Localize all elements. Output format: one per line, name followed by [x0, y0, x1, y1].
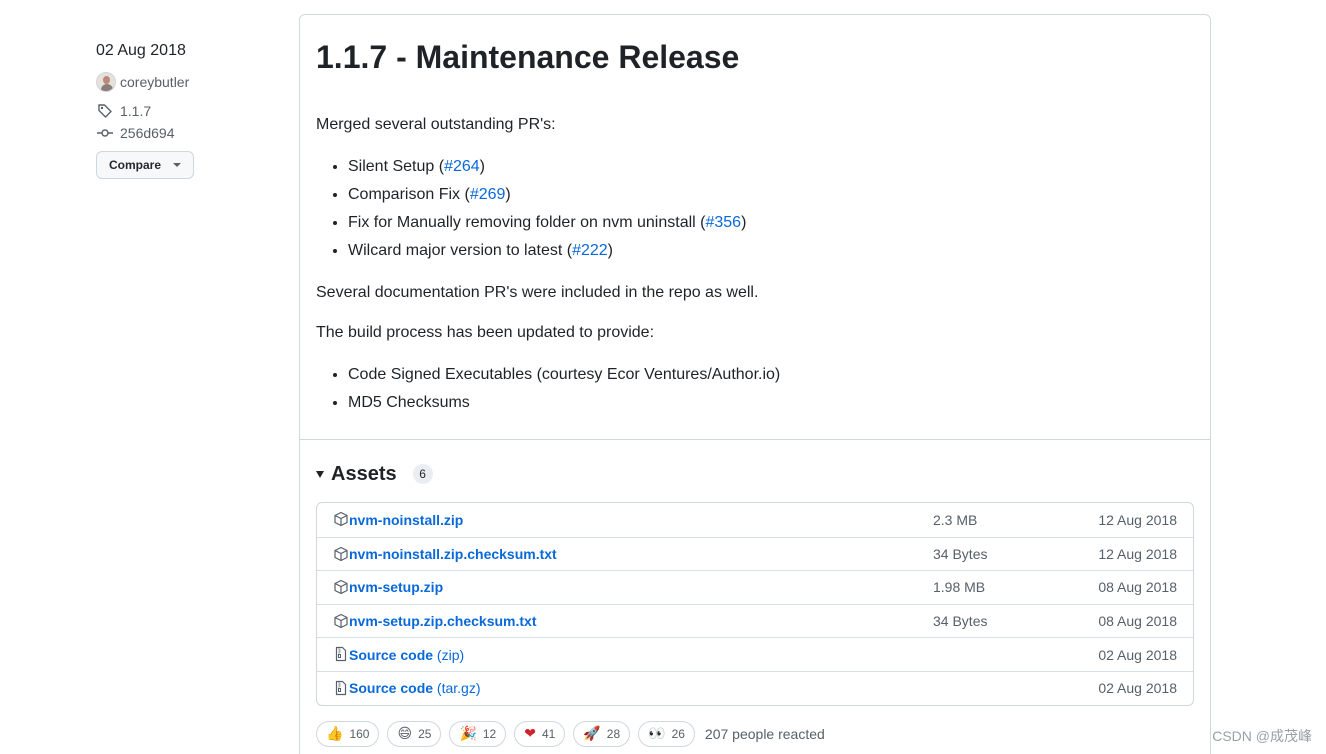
pr-list: Silent Setup (#264) Comparison Fix (#269…	[348, 153, 1186, 265]
author-name[interactable]: coreybutler	[120, 74, 189, 90]
asset-date: 12 Aug 2018	[1098, 511, 1177, 528]
docs-note: Several documentation PR's were included…	[316, 284, 759, 301]
asset-link[interactable]: Source code (tar.gz)	[349, 680, 481, 696]
release-tag[interactable]: 1.1.7	[96, 101, 276, 121]
package-icon	[334, 511, 348, 527]
reaction-heart-button[interactable]: ❤ 41	[514, 721, 566, 747]
asset-date: 02 Aug 2018	[1098, 680, 1177, 697]
asset-size: 1.98 MB	[933, 579, 986, 596]
asset-size: 2.3 MB	[933, 511, 978, 528]
asset-link[interactable]: nvm-setup.zip	[349, 579, 443, 595]
heart-icon: ❤	[524, 726, 536, 742]
laugh-icon: 😄	[397, 726, 413, 742]
reaction-laugh-button[interactable]: 😄 25	[387, 721, 442, 747]
asset-date: 12 Aug 2018	[1098, 545, 1177, 562]
commit-sha[interactable]: 256d694	[120, 125, 175, 141]
file-zip-icon	[335, 680, 347, 696]
release-card: 1.1.7 - Maintenance Release Merged sever…	[299, 14, 1211, 754]
asset-row: nvm-noinstall.zip 2.3 MB 12 Aug 2018	[317, 503, 1193, 537]
avatar[interactable]	[96, 72, 116, 92]
asset-date: 02 Aug 2018	[1098, 646, 1177, 663]
asset-row: nvm-setup.zip.checksum.txt 34 Bytes 08 A…	[317, 603, 1193, 638]
tag-name[interactable]: 1.1.7	[120, 103, 151, 119]
asset-link[interactable]: nvm-noinstall.zip.checksum.txt	[349, 546, 557, 562]
assets-list: nvm-noinstall.zip 2.3 MB 12 Aug 2018 nvm…	[316, 502, 1194, 706]
release-date: 02 Aug 2018	[96, 42, 186, 59]
pr-link[interactable]: #269	[470, 186, 506, 203]
intro-text: Merged several outstanding PR's:	[316, 116, 556, 133]
assets-toggle[interactable]: Assets 6	[316, 461, 433, 487]
pr-link[interactable]: #264	[444, 158, 480, 175]
triangle-down-icon	[316, 470, 324, 478]
eyes-icon: 👀	[648, 726, 666, 742]
package-icon	[334, 613, 348, 628]
tag-icon	[96, 102, 114, 120]
build-list: Code Signed Executables (courtesy Ecor V…	[348, 361, 1186, 417]
package-icon	[334, 580, 348, 595]
asset-link[interactable]: nvm-setup.zip.checksum.txt	[349, 613, 537, 629]
asset-row: nvm-noinstall.zip.checksum.txt 34 Bytes …	[317, 536, 1193, 571]
pr-link[interactable]: #222	[572, 242, 608, 259]
release-title[interactable]: 1.1.7 - Maintenance Release	[316, 37, 739, 77]
list-item: Code Signed Executables (courtesy Ecor V…	[348, 361, 1186, 389]
asset-row: Source code (tar.gz) 02 Aug 2018	[317, 670, 1193, 705]
pr-link[interactable]: #356	[705, 214, 741, 231]
reaction-summary[interactable]: 207 people reacted	[705, 726, 825, 742]
asset-link[interactable]: Source code (zip)	[349, 647, 464, 663]
reactions-bar: 👍 160 😄 25 🎉 12 ❤ 41 🚀 28 👀 26 207 people reac…	[316, 721, 825, 747]
package-icon	[334, 546, 348, 561]
hooray-icon: 🎉	[459, 726, 477, 742]
release-author[interactable]: coreybutler	[96, 71, 276, 93]
release-meta: 02 Aug 2018 coreybutler 1.1.7 256d694 Co…	[96, 40, 276, 179]
assets-count-badge: 6	[412, 464, 433, 484]
asset-date: 08 Aug 2018	[1098, 579, 1177, 596]
assets-label: Assets	[331, 462, 397, 485]
divider	[300, 439, 1210, 440]
commit-icon	[96, 124, 114, 142]
asset-size: 34 Bytes	[933, 613, 988, 630]
rocket-icon: 🚀	[583, 726, 601, 742]
file-zip-icon	[335, 647, 347, 662]
reaction-eyes-button[interactable]: 👀 26	[638, 721, 695, 747]
watermark: CSDN @成茂峰	[1212, 728, 1312, 744]
thumbs-up-icon: 👍	[326, 726, 344, 742]
build-intro: The build process has been updated to pr…	[316, 324, 655, 341]
reaction-hooray-button[interactable]: 🎉 12	[449, 721, 507, 747]
compare-label: Compare	[109, 158, 162, 172]
list-item: Comparison Fix (#269)	[348, 181, 1186, 209]
asset-row: Source code (zip) 02 Aug 2018	[317, 637, 1193, 671]
release-notes: Merged several outstanding PR's: Silent …	[316, 113, 1186, 433]
asset-link[interactable]: nvm-noinstall.zip	[349, 512, 463, 528]
list-item: Wilcard major version to latest (#222)	[348, 237, 1186, 265]
asset-size: 34 Bytes	[933, 545, 988, 562]
list-item: Fix for Manually removing folder on nvm …	[348, 209, 1186, 237]
release-commit[interactable]: 256d694	[96, 123, 276, 143]
asset-row: nvm-setup.zip 1.98 MB 08 Aug 2018	[317, 570, 1193, 604]
asset-date: 08 Aug 2018	[1098, 613, 1177, 630]
reaction-thumbs-up-button[interactable]: 👍 160	[316, 721, 380, 747]
reaction-rocket-button[interactable]: 🚀 28	[573, 721, 631, 747]
list-item: MD5 Checksums	[348, 389, 1186, 417]
compare-button[interactable]: Compare	[96, 151, 195, 179]
caret-down-icon	[173, 163, 182, 167]
list-item: Silent Setup (#264)	[348, 153, 1186, 181]
